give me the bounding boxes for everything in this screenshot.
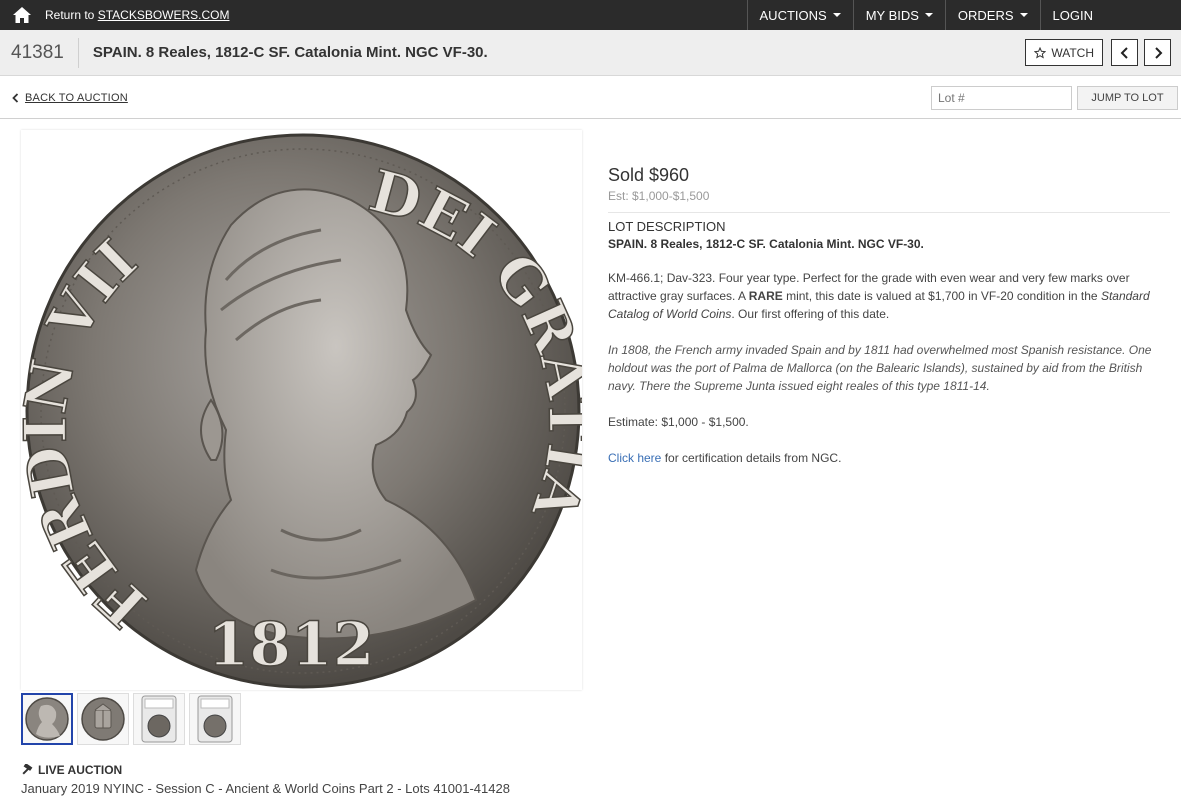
- thumbnail-slab-back[interactable]: [189, 693, 241, 745]
- lot-description-title: SPAIN. 8 Reales, 1812-C SF. Catalonia Mi…: [608, 237, 924, 251]
- back-to-auction-link[interactable]: BACK TO AUCTION: [12, 92, 128, 104]
- previous-lot-button[interactable]: [1111, 39, 1138, 66]
- main-coin-image[interactable]: FERDIN VII DEI GRATIA 1812: [10, 130, 604, 690]
- para1-text-c: . Our first offering of this date.: [731, 307, 890, 321]
- lot-number-input[interactable]: [931, 86, 1072, 110]
- lot-description-heading: LOT DESCRIPTION: [608, 219, 726, 234]
- my-bids-label: MY BIDS: [865, 7, 919, 23]
- watch-label: WATCH: [1051, 45, 1094, 60]
- auction-session: January 2019 NYINC - Session C - Ancient…: [21, 781, 510, 796]
- lot-title-bar: 41381 SPAIN. 8 Reales, 1812-C SF. Catalo…: [0, 30, 1181, 76]
- auctions-menu[interactable]: AUCTIONS: [746, 0, 853, 30]
- star-icon: [1034, 46, 1047, 59]
- chevron-left-icon: [12, 92, 19, 103]
- title-actions: WATCH: [1025, 39, 1177, 66]
- coin-date: 1812: [208, 610, 375, 680]
- next-lot-button[interactable]: [1144, 39, 1171, 66]
- caret-down-icon: [832, 13, 841, 17]
- thumbnail-strip: [21, 693, 245, 745]
- coin-obverse-image: FERDIN VII DEI GRATIA 1812: [10, 133, 604, 689]
- caret-down-icon: [1019, 13, 1028, 17]
- login-label: LOGIN: [1052, 7, 1093, 23]
- orders-menu[interactable]: ORDERS: [944, 0, 1040, 30]
- jump-to-lot-button[interactable]: JUMP TO LOT: [1077, 86, 1178, 110]
- chevron-right-icon: [1154, 46, 1162, 59]
- para1-text-b: mint, this date is valued at $1,700 in V…: [782, 289, 1101, 303]
- certification-line: Click here for certification details fro…: [608, 449, 1170, 467]
- live-auction-text: LIVE AUCTION: [38, 763, 123, 777]
- estimate-range: Est: $1,000-$1,500: [608, 189, 1170, 213]
- gavel-icon: [22, 764, 33, 775]
- caret-down-icon: [924, 13, 933, 17]
- top-nav: Return to STACKSBOWERS.COM AUCTIONS MY B…: [0, 0, 1181, 30]
- return-to-site: Return to STACKSBOWERS.COM: [45, 8, 230, 22]
- thumbnail-obverse[interactable]: [21, 693, 73, 745]
- live-auction-label: LIVE AUCTION: [21, 763, 122, 777]
- login-link[interactable]: LOGIN: [1039, 0, 1181, 30]
- thumbnail-reverse[interactable]: [77, 693, 129, 745]
- home-icon[interactable]: [11, 4, 33, 26]
- sold-price: Sold $960: [608, 165, 690, 185]
- lot-title: SPAIN. 8 Reales, 1812-C SF. Catalonia Mi…: [92, 44, 488, 61]
- stacksbowers-link[interactable]: STACKSBOWERS.COM: [98, 8, 230, 22]
- return-prefix: Return to: [45, 8, 98, 22]
- certification-text: for certification details from NGC.: [661, 451, 842, 465]
- chevron-left-icon: [1120, 46, 1128, 59]
- description-paragraph: KM-466.1; Dav-323. Four year type. Perfe…: [608, 269, 1170, 323]
- nav-menu: AUCTIONS MY BIDS ORDERS LOGIN: [746, 0, 1181, 30]
- auctions-label: AUCTIONS: [759, 7, 827, 23]
- navigation-bar: BACK TO AUCTION JUMP TO LOT: [0, 77, 1181, 119]
- orders-label: ORDERS: [957, 7, 1014, 23]
- history-paragraph: In 1808, the French army invaded Spain a…: [608, 343, 1152, 393]
- thumbnail-slab-front[interactable]: [133, 693, 185, 745]
- lot-details: Sold $960 Est: $1,000-$1,500 LOT DESCRIP…: [608, 165, 1170, 467]
- my-bids-menu[interactable]: MY BIDS: [852, 0, 945, 30]
- estimate-full: Estimate: $1,000 - $1,500.: [608, 415, 749, 429]
- back-label: BACK TO AUCTION: [25, 91, 128, 104]
- rare-emphasis: RARE: [748, 289, 783, 303]
- certification-link[interactable]: Click here: [608, 451, 661, 465]
- watch-button[interactable]: WATCH: [1025, 39, 1103, 66]
- lot-number: 41381: [11, 37, 79, 68]
